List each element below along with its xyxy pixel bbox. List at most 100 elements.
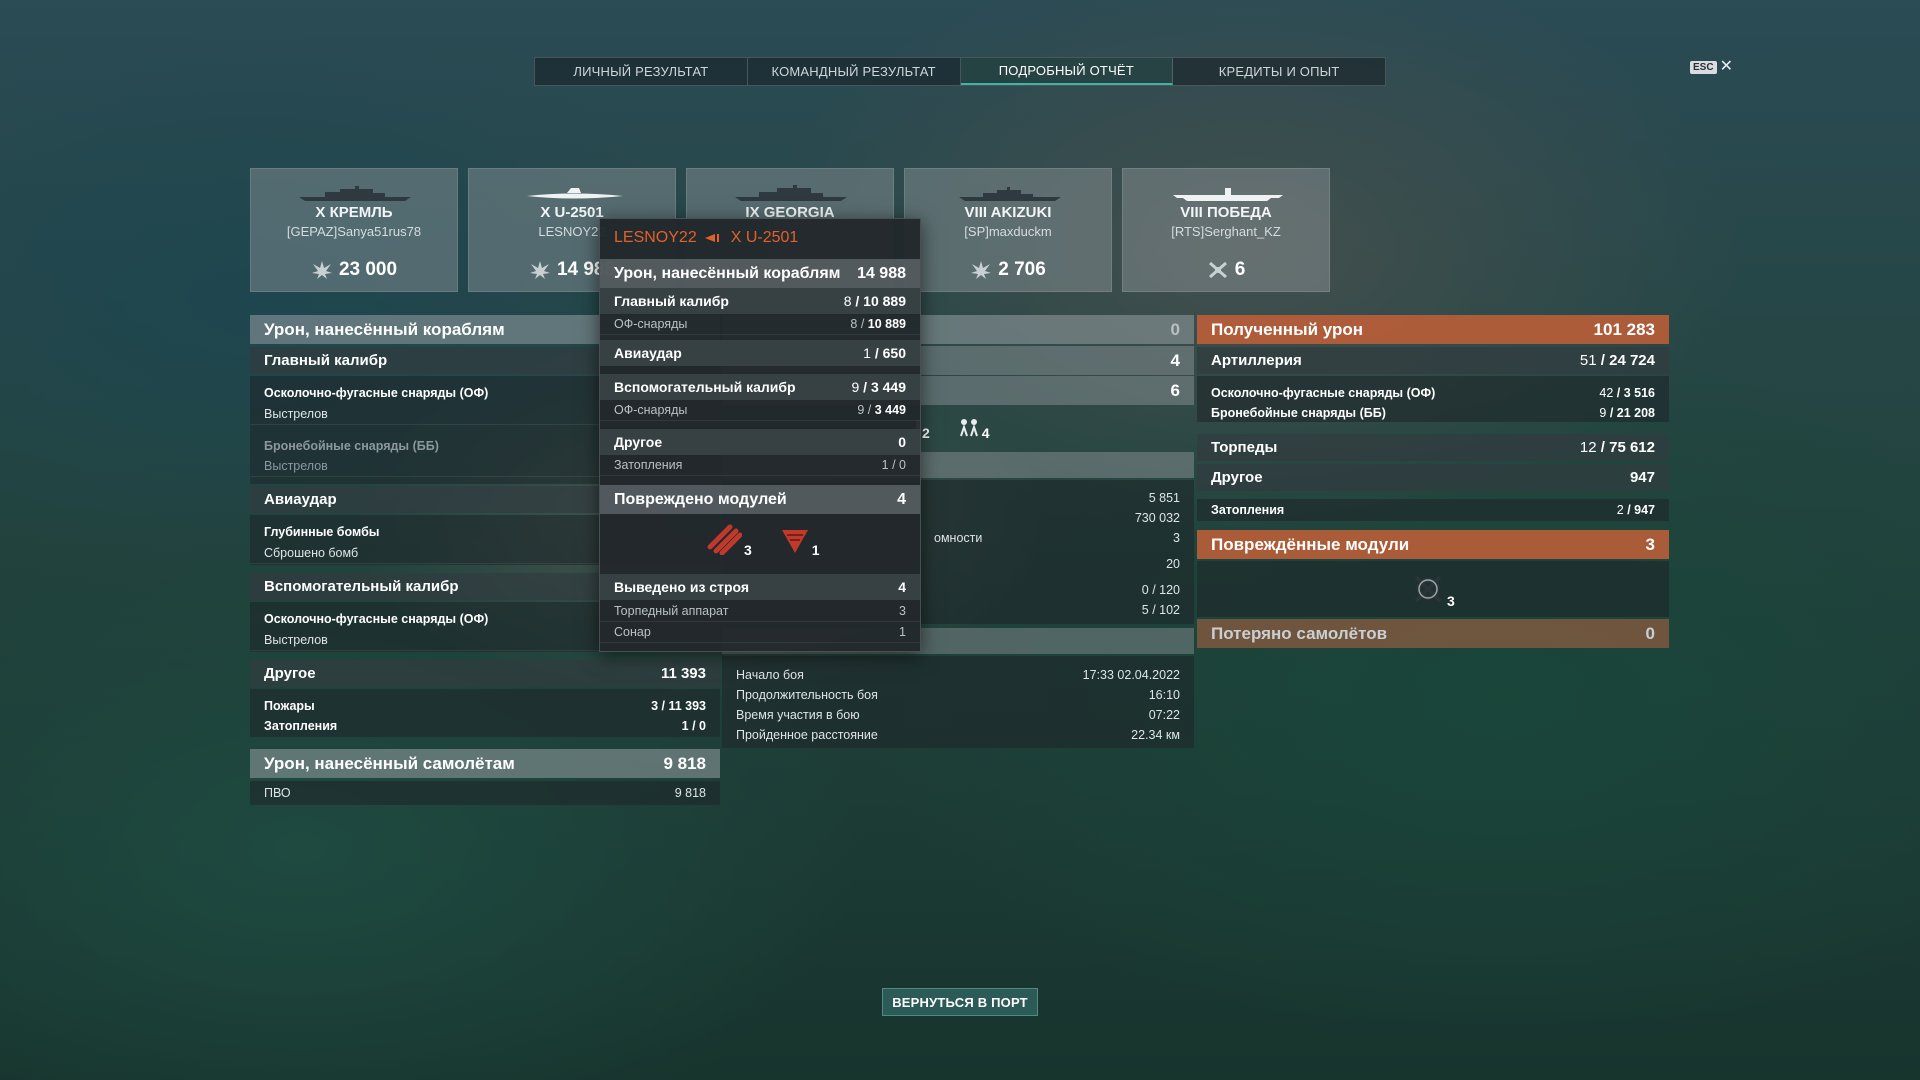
- row-value: 9 818: [674, 786, 706, 800]
- tooltip-title: LESNOY22 X U-2501: [614, 229, 798, 247]
- row-label: Другое: [614, 434, 663, 450]
- row-label: ПВО: [264, 786, 291, 800]
- received-torpedoes-row: Торпеды 12 / 75 612: [1197, 434, 1669, 461]
- row-label: Осколочно-фугасные снаряды (ОФ): [264, 611, 489, 626]
- row-label: Авиаудар: [264, 491, 337, 508]
- crew-icon: [959, 419, 978, 437]
- row-value: 6: [1170, 380, 1180, 400]
- esc-key-icon: ESC: [1690, 60, 1717, 74]
- tab-team-result[interactable]: КОМАНДНЫЙ РЕЗУЛЬТАТ: [748, 58, 961, 85]
- row-label: Вспомогательный калибр: [614, 379, 796, 395]
- row-label: Другое: [1211, 469, 1263, 486]
- received-floods-row: Затопления 2 / 947: [1197, 499, 1669, 521]
- row-value: 12 / 75 612: [1579, 439, 1655, 456]
- row-value: 9 / 3 449: [851, 379, 906, 395]
- tooltip-floods-row: Затопления 1 / 0: [600, 455, 920, 476]
- row-value: 1 / 0: [681, 718, 706, 733]
- row-label: Сонар: [614, 625, 651, 639]
- score-value: 2 706: [998, 259, 1046, 280]
- tab-credits-xp[interactable]: КРЕДИТЫ И ОПЫТ: [1173, 58, 1385, 85]
- fires-row: Пожары 3 / 11 393: [250, 695, 720, 716]
- middle-value-row-3: омности 3: [920, 527, 1194, 548]
- row-value: 947: [1629, 469, 1655, 486]
- sonar-icon: [781, 530, 808, 553]
- damage-to-planes-header: Урон, нанесённый самолётам 9 818: [250, 749, 720, 778]
- row-label: Сброшено бомб: [264, 546, 359, 560]
- ship-score: 6: [1123, 259, 1329, 281]
- tooltip-player-name: LESNOY22: [614, 229, 697, 246]
- planes-lost-header: Потеряно самолётов 0: [1197, 619, 1669, 648]
- row-value: 3: [899, 604, 906, 618]
- row-value: 51 / 24 724: [1579, 352, 1655, 369]
- row-value: 8 / 10 889: [843, 293, 906, 309]
- close-button[interactable]: ESC ✕: [1690, 58, 1733, 75]
- module-icon-wrap: 3: [1411, 572, 1455, 609]
- player-name: [GEPAZ]Sanya51rus78: [286, 224, 422, 239]
- row-value: 8 / 10 889: [850, 317, 906, 331]
- tab-personal-result[interactable]: ЛИЧНЫЙ РЕЗУЛЬТАТ: [535, 58, 748, 85]
- row-label: Торпеды: [1211, 439, 1278, 456]
- row-value: 4: [1170, 350, 1180, 370]
- row-value: 1 / 0: [881, 458, 906, 472]
- section-title: Полученный урон: [1211, 319, 1364, 339]
- section-title: Повреждённые модули: [1211, 534, 1410, 554]
- player-name: [SP]maxduckm: [964, 224, 1052, 239]
- row-label: Выстрелов: [264, 633, 328, 647]
- other-row: Другое 11 393: [250, 660, 720, 687]
- row-label: Выведено из строя: [614, 579, 750, 595]
- tab-detailed-report[interactable]: ПОДРОБНЫЙ ОТЧЁТ: [960, 58, 1174, 85]
- row-value: 730 032: [1134, 510, 1180, 525]
- row-label: Выстрелов: [264, 407, 328, 421]
- icon-count: 1: [811, 542, 820, 558]
- row-value: 3 / 11 393: [651, 698, 706, 713]
- destroyer-silhouette-icon: [959, 187, 1061, 201]
- ship-name: VIII ПОБЕДА: [1180, 204, 1272, 221]
- tooltip-sonar-row: Сонар 1: [600, 622, 920, 643]
- tooltip-sec-he-row: ОФ-снаряды 9 / 3 449: [600, 400, 920, 421]
- tooltip-airstrike-row: Авиаудар 1 / 650: [600, 340, 920, 366]
- row-label: Глубинные бомбы: [264, 524, 380, 539]
- ribbon-icon: [311, 261, 332, 279]
- middle-icons: 2 4: [916, 416, 990, 441]
- distance-row: Пройденное расстояние 22.34 км: [722, 724, 1194, 745]
- module-icon-group: 3: [1411, 572, 1455, 609]
- row-label: Бронебойные снаряды (ББ): [264, 438, 439, 453]
- participation-row: Время участия в бою 07:22: [722, 704, 1194, 725]
- ship-card-kremlin[interactable]: X КРЕМЛЬ [GEPAZ]Sanya51rus78 23 000: [250, 168, 458, 292]
- carrier-silhouette-icon: [1173, 188, 1283, 201]
- tooltip-secondary-row: Вспомогательный калибр 9 / 3 449: [600, 374, 920, 400]
- ship-score: 23 000: [251, 259, 457, 281]
- tooltip-damage-header: Урон, нанесённый кораблям 14 988: [600, 259, 920, 288]
- row-value: 17:33 02.04.2022: [1082, 667, 1180, 682]
- row-value: 1 / 650: [863, 345, 906, 361]
- tooltip-he-row: ОФ-снаряды 8 / 10 889: [600, 314, 920, 335]
- row-label: Затопления: [264, 718, 338, 733]
- row-label: Урон, нанесённый кораблям: [614, 264, 841, 282]
- icon-count: 3: [1447, 593, 1455, 609]
- torpedo-module-group: 3: [706, 523, 752, 558]
- submarine-class-icon: [704, 234, 719, 242]
- player-name: [RTS]Serghant_KZ: [1171, 224, 1281, 239]
- received-ap-row: Бронебойные снаряды (ББ) 9 / 21 208: [1197, 402, 1669, 423]
- row-value: 5 851: [1148, 490, 1180, 505]
- close-icon: ✕: [1719, 58, 1733, 75]
- icon-count: 2: [922, 425, 930, 441]
- row-label: Повреждено модулей: [614, 490, 787, 508]
- received-he-row: Осколочно-фугасные снаряды (ОФ) 42 / 3 5…: [1197, 382, 1669, 403]
- row-label: Затопления: [614, 458, 683, 472]
- player-damage-tooltip: LESNOY22 X U-2501 Урон, нанесённый кораб…: [599, 218, 921, 652]
- artillery-row: Артиллерия 51 / 24 724: [1197, 347, 1669, 374]
- aa-row: ПВО 9 818: [250, 781, 720, 805]
- icon-count: 3: [744, 542, 752, 558]
- ship-card-pobeda[interactable]: VIII ПОБЕДА [RTS]Serghant_KZ 6: [1122, 168, 1330, 292]
- ship-card-akizuki[interactable]: VIII AKIZUKI [SP]maxduckm 2 706: [904, 168, 1112, 292]
- row-value: 22.34 км: [1131, 727, 1180, 742]
- row-value: 4: [898, 579, 906, 595]
- battleship-silhouette-icon: [735, 185, 847, 201]
- tooltip-ship-name: X U-2501: [730, 229, 799, 246]
- icon-count: 4: [981, 425, 990, 441]
- row-label: Начало боя: [736, 667, 804, 682]
- return-to-port-button[interactable]: ВЕРНУТЬСЯ В ПОРТ: [882, 988, 1038, 1016]
- row-label: Бронебойные снаряды (ББ): [1211, 405, 1386, 420]
- plane-kill-icon: [1208, 261, 1227, 279]
